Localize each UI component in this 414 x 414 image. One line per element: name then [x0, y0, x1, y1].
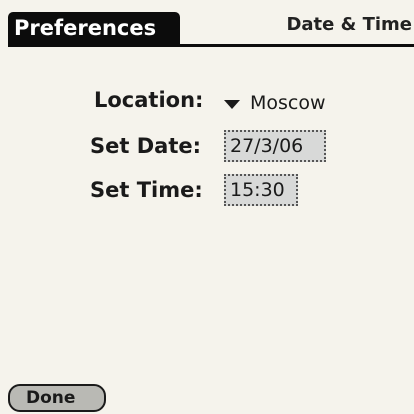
done-button[interactable]: Done	[8, 384, 106, 412]
set-date-label: Set Date:	[90, 134, 201, 158]
app-title: Preferences	[8, 12, 180, 45]
time-selector[interactable]: 15:30	[224, 174, 298, 206]
date-selector[interactable]: 27/3/06	[224, 130, 326, 162]
location-label: Location:	[94, 88, 204, 112]
set-time-label: Set Time:	[90, 178, 203, 202]
triangle-down-icon	[224, 99, 240, 109]
panel-picker[interactable]: Date & Time	[286, 14, 412, 35]
location-popup-trigger[interactable]: Moscow	[224, 90, 326, 116]
title-bar: Preferences Date & Time	[0, 0, 414, 47]
title-underline	[8, 44, 414, 47]
location-value: Moscow	[250, 92, 326, 114]
preferences-screen: Preferences Date & Time Location: Moscow…	[0, 0, 414, 414]
